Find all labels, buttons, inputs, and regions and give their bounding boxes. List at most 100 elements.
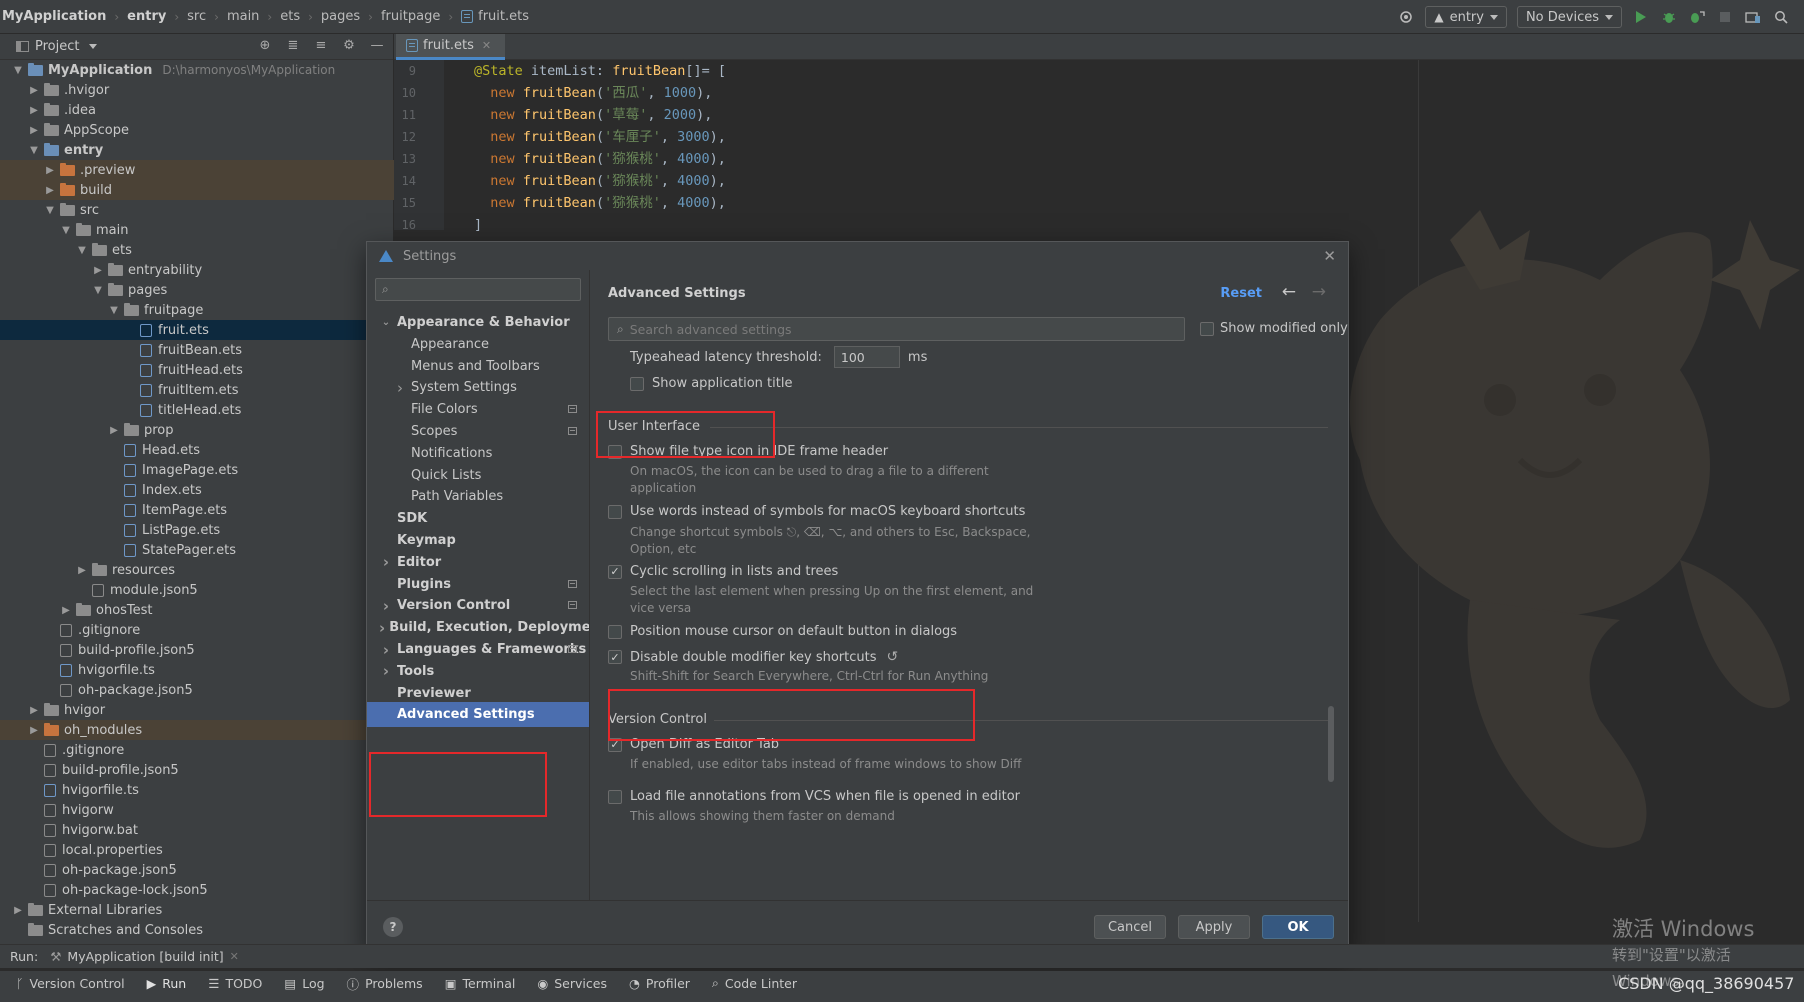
attach-debugger-icon[interactable] <box>1688 8 1706 26</box>
tree-item[interactable]: Scratches and Consoles <box>0 920 394 940</box>
tree-item[interactable]: ▶ .idea <box>0 100 394 120</box>
code-line[interactable]: new fruitBean('车厘子', 3000), <box>444 126 1394 148</box>
tree-item[interactable]: fruitBean.ets <box>0 340 394 360</box>
target-icon[interactable] <box>1397 8 1415 26</box>
tool-terminal[interactable]: ▣ Terminal <box>445 976 516 991</box>
chevron-down-icon[interactable] <box>89 44 98 49</box>
tree-item[interactable]: ▼ pages <box>0 280 394 300</box>
run-config-tab[interactable]: ⚒ MyApplication [build init] ✕ <box>50 949 239 964</box>
chevron-down-icon[interactable]: ▼ <box>12 65 24 76</box>
tree-item[interactable]: ▶ hvigor <box>0 700 394 720</box>
chevron-right-icon[interactable]: ▶ <box>108 425 120 436</box>
search-everywhere-icon[interactable] <box>1772 8 1790 26</box>
close-icon[interactable]: ✕ <box>482 39 491 52</box>
run-icon[interactable] <box>1632 8 1650 26</box>
breadcrumb-main[interactable]: main <box>227 9 259 24</box>
tree-item[interactable]: ▶ entryability <box>0 260 394 280</box>
mouse-cursor-option[interactable]: Position mouse cursor on default button … <box>608 624 957 639</box>
tree-item[interactable]: StatePager.ets <box>0 540 394 560</box>
breadcrumb-src[interactable]: src <box>187 9 206 24</box>
chevron-down-icon[interactable]: ▼ <box>76 245 88 256</box>
tree-item[interactable]: ▼ entry <box>0 140 394 160</box>
settings-search-field[interactable]: ⌕ <box>375 278 581 301</box>
tree-item[interactable]: Head.ets <box>0 440 394 460</box>
show-modified-only-checkbox[interactable]: Show modified only <box>1200 321 1348 336</box>
tree-item[interactable]: ▶ .preview <box>0 160 394 180</box>
code-line[interactable]: ] <box>444 214 1394 236</box>
chevron-right-icon[interactable]: ▶ <box>28 105 40 116</box>
chevron-right-icon[interactable]: ▶ <box>28 85 40 96</box>
tree-item[interactable]: ▶ External Libraries <box>0 900 394 920</box>
code-line[interactable]: new fruitBean('猕猴桃', 4000), <box>444 192 1394 214</box>
tree-item[interactable]: ▼ fruitpage <box>0 300 394 320</box>
chevron-right-icon[interactable]: › <box>393 379 407 397</box>
chevron-right-icon[interactable]: › <box>379 662 393 680</box>
tree-item[interactable]: local.properties <box>0 840 394 860</box>
stop-icon[interactable] <box>1716 8 1734 26</box>
tree-item[interactable]: ▼ main <box>0 220 394 240</box>
tree-item[interactable]: ▼ MyApplication D:\harmonyos\MyApplication <box>0 60 394 80</box>
reset-link[interactable]: Reset <box>1220 286 1262 301</box>
tree-item[interactable]: ▶ ohosTest <box>0 600 394 620</box>
project-panel-title[interactable]: Project <box>35 39 79 54</box>
breadcrumb-pages[interactable]: pages <box>321 9 360 24</box>
tree-item[interactable]: ImagePage.ets <box>0 460 394 480</box>
tool-services[interactable]: ◉ Services <box>537 976 607 991</box>
chevron-right-icon[interactable]: › <box>379 553 393 571</box>
chevron-down-icon[interactable]: ▼ <box>44 205 56 216</box>
checkbox-checked[interactable]: ✓ <box>608 650 622 664</box>
device-manager-icon[interactable] <box>1744 8 1762 26</box>
tree-item[interactable]: .gitignore <box>0 740 394 760</box>
chevron-down-icon[interactable]: ▼ <box>108 305 120 316</box>
tree-item[interactable]: ListPage.ets <box>0 520 394 540</box>
tree-item[interactable]: build-profile.json5 <box>0 640 394 660</box>
tree-item[interactable]: module.json5 <box>0 580 394 600</box>
tree-item[interactable]: oh-package-lock.json5 <box>0 880 394 900</box>
checkbox[interactable] <box>630 376 644 391</box>
chevron-right-icon[interactable]: ▶ <box>76 565 88 576</box>
tree-item[interactable]: ▶ resources <box>0 560 394 580</box>
code-line[interactable]: @State itemList: fruitBean[]= [ <box>444 60 1394 82</box>
breadcrumb-file[interactable]: fruit.ets <box>478 9 529 24</box>
code-line[interactable]: new fruitBean('猕猴桃', 4000), <box>444 170 1394 192</box>
checkbox[interactable] <box>608 444 622 459</box>
forward-arrow-icon[interactable]: → <box>1312 282 1326 302</box>
close-icon[interactable]: ✕ <box>230 950 239 963</box>
tree-item[interactable]: oh-package.json5 <box>0 860 394 880</box>
chevron-right-icon[interactable]: ▶ <box>28 705 40 716</box>
editor-tab-fruit-ets[interactable]: fruit.ets ✕ <box>396 34 506 60</box>
breadcrumb-project[interactable]: MyApplication <box>2 9 106 24</box>
tree-item[interactable]: .gitignore <box>0 620 394 640</box>
tree-item[interactable]: hvigorfile.ts <box>0 660 394 680</box>
tree-item[interactable]: hvigorw <box>0 800 394 820</box>
revert-icon[interactable]: ↺ <box>887 649 899 665</box>
code-line[interactable]: new fruitBean('猕猴桃', 4000), <box>444 148 1394 170</box>
checkbox[interactable] <box>608 504 622 519</box>
tool-run[interactable]: ▶ Run <box>147 976 187 991</box>
tool-log[interactable]: ▤ Log <box>284 976 324 991</box>
typeahead-threshold-input[interactable] <box>833 346 900 368</box>
double-modifier-option[interactable]: ✓ Disable double modifier key shortcuts … <box>608 649 898 665</box>
chevron-right-icon[interactable]: ▶ <box>60 605 72 616</box>
chevron-right-icon[interactable]: ▶ <box>44 185 56 196</box>
chevron-down-icon[interactable]: ▼ <box>92 285 104 296</box>
hide-icon[interactable]: — <box>369 38 385 54</box>
apply-button[interactable]: Apply <box>1178 915 1250 939</box>
tree-item[interactable]: ItemPage.ets <box>0 500 394 520</box>
show-app-title-option[interactable]: Show application title <box>608 376 792 391</box>
words-symbols-option[interactable]: Use words instead of symbols for macOS k… <box>608 504 1025 519</box>
tree-item[interactable]: ▶ build <box>0 180 394 200</box>
chevron-down-icon[interactable]: ▼ <box>28 145 40 156</box>
checkbox[interactable] <box>608 789 622 804</box>
chevron-right-icon[interactable]: ▶ <box>28 125 40 136</box>
tree-item[interactable]: ▶ prop <box>0 420 394 440</box>
chevron-right-icon[interactable]: › <box>379 641 393 659</box>
advanced-search-input[interactable] <box>629 321 1170 337</box>
close-icon[interactable]: ✕ <box>1323 247 1336 265</box>
run-config-select[interactable]: ▲ entry <box>1425 6 1507 28</box>
chevron-down-icon[interactable]: ⌄ <box>379 317 393 328</box>
tree-item[interactable]: ▼ ets <box>0 240 394 260</box>
device-select[interactable]: No Devices <box>1516 6 1622 28</box>
tree-item[interactable]: hvigorfile.ts <box>0 780 394 800</box>
tree-item[interactable]: ▶ oh_modules <box>0 720 394 740</box>
